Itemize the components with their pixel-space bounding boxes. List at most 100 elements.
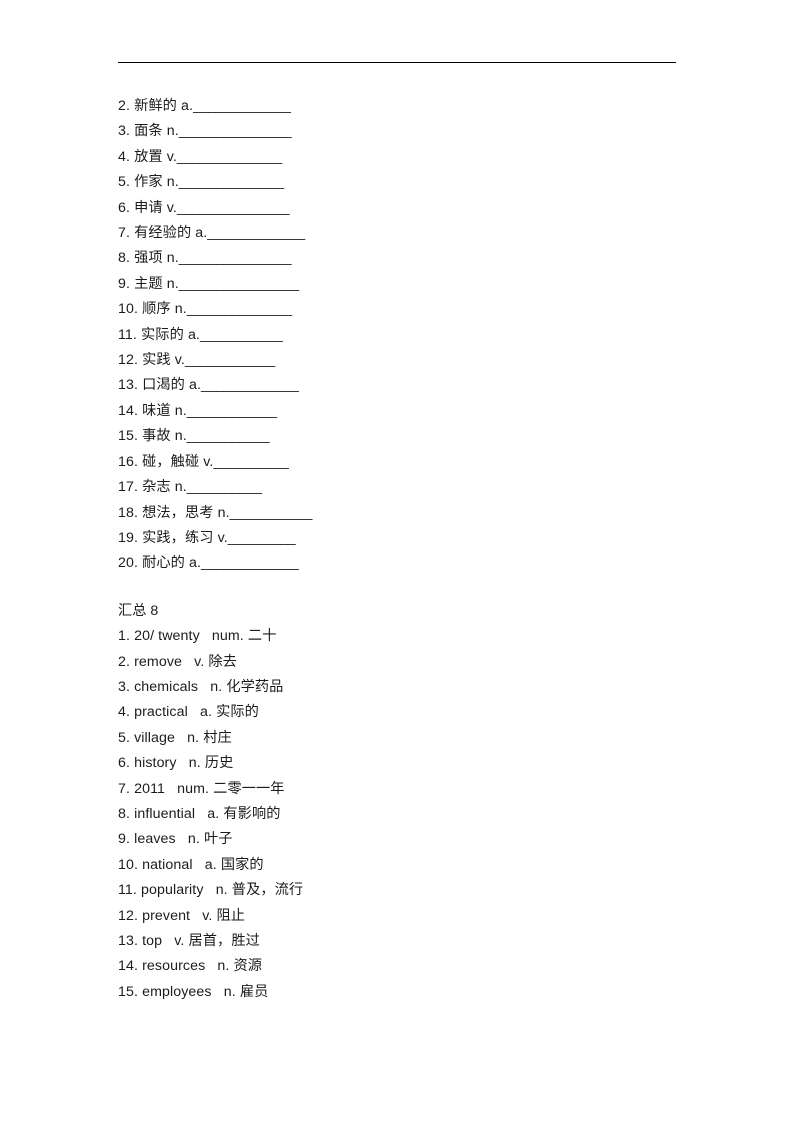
answer-blank[interactable]: _____________ <box>193 98 291 114</box>
answer-blank[interactable]: ______________ <box>187 301 292 317</box>
item-number: 13. <box>118 377 139 394</box>
answer-blank[interactable]: ______________ <box>179 174 284 190</box>
item-number: 7. <box>118 780 131 797</box>
vocab-answer-row: 11. popularity n. 普及，流行 <box>118 878 738 903</box>
word-pos-spacer <box>193 857 205 873</box>
item-number: 15. <box>118 983 139 1000</box>
chinese-term: 杂志 <box>142 479 171 496</box>
part-of-speech: n. <box>166 250 179 267</box>
vocab-blank-row: 4. 放置 v.______________ <box>118 145 738 170</box>
answer-blank[interactable]: __________ <box>213 454 288 470</box>
chinese-meaning: 村庄 <box>203 729 232 746</box>
part-of-speech: n. <box>223 983 236 1000</box>
item-number: 17. <box>118 479 139 496</box>
answer-blank[interactable]: _____________ <box>201 377 299 393</box>
part-of-speech: n. <box>166 174 179 191</box>
word-pos-spacer <box>165 781 177 797</box>
english-word: chemicals <box>134 678 199 695</box>
vocab-blank-row: 6. 申请 v._______________ <box>118 196 738 221</box>
part-of-speech: n. <box>166 275 179 292</box>
part-of-speech: a. <box>204 856 217 873</box>
vocab-blank-row: 16. 碰，触碰 v.__________ <box>118 450 738 475</box>
chinese-term: 耐心的 <box>142 555 185 572</box>
english-word: practical <box>134 704 188 721</box>
chinese-meaning: 阻止 <box>216 907 246 924</box>
chinese-meaning: 雇员 <box>239 983 269 1000</box>
item-number: 11. <box>118 326 137 343</box>
part-of-speech: num. <box>211 628 244 645</box>
part-of-speech: n. <box>210 678 223 695</box>
part-of-speech: n. <box>174 428 187 445</box>
worksheet-page: 2. 新鲜的 a._____________ 3. 面条 n.__________… <box>0 0 794 1123</box>
item-number: 3. <box>118 678 131 695</box>
vocab-blank-row: 18. 想法，思考 n.___________ <box>118 501 738 526</box>
part-of-speech: v. <box>166 148 177 165</box>
vocab-blank-row: 5. 作家 n.______________ <box>118 170 738 195</box>
vocab-blank-row: 8. 强项 n._______________ <box>118 246 738 271</box>
english-word: top <box>142 933 163 949</box>
english-word: village <box>134 729 176 746</box>
word-pos-spacer <box>204 882 216 898</box>
answer-blank[interactable]: _______________ <box>179 250 292 266</box>
part-of-speech: n. <box>174 301 187 318</box>
part-of-speech: num. <box>177 780 210 797</box>
vocab-answer-row: 7. 2011 num. 二零一一年 <box>118 777 738 802</box>
chinese-meaning: 实际的 <box>216 704 259 721</box>
answer-blank[interactable]: ___________ <box>187 428 270 444</box>
chinese-term: 事故 <box>142 428 171 445</box>
chinese-meaning: 二零一一年 <box>213 780 285 797</box>
part-of-speech: v. <box>217 529 228 546</box>
document-content: 2. 新鲜的 a._____________ 3. 面条 n.__________… <box>118 94 738 1005</box>
answer-blank[interactable]: ______________ <box>177 149 282 165</box>
item-number: 8. <box>118 805 131 822</box>
vocab-answer-row: 6. history n. 历史 <box>118 751 738 776</box>
item-number: 15. <box>118 428 139 445</box>
part-of-speech: v. <box>203 453 214 470</box>
word-pos-spacer <box>195 806 207 822</box>
answer-blank[interactable]: _______________ <box>179 123 292 139</box>
vocab-answer-row: 10. national a. 国家的 <box>118 853 738 878</box>
answer-blank[interactable]: ___________ <box>230 505 313 521</box>
vocab-blank-row: 11. 实际的 a.___________ <box>118 323 738 348</box>
part-of-speech: n. <box>174 479 187 496</box>
english-to-chinese-answer-list: 1. 20/ twenty num. 二十 2. remove v. 除去 3. c… <box>118 624 738 1005</box>
chinese-term: 主题 <box>134 275 163 292</box>
chinese-meaning: 资源 <box>233 958 263 975</box>
section-heading-huizong: 汇总 8 <box>118 602 159 619</box>
vocab-answer-row: 8. influential a. 有影响的 <box>118 802 738 827</box>
part-of-speech: n. <box>166 123 179 140</box>
chinese-term: 实践，练习 <box>142 529 214 546</box>
answer-blank[interactable]: ____________ <box>185 352 275 368</box>
vocab-blank-row: 10. 顺序 n.______________ <box>118 297 738 322</box>
answer-blank[interactable]: ________________ <box>179 276 299 292</box>
answer-blank[interactable]: ____________ <box>187 403 277 419</box>
vocab-answer-row: 15. employees n. 雇员 <box>118 980 738 1005</box>
answer-blank[interactable]: _________ <box>228 530 296 546</box>
answer-blank[interactable]: _____________ <box>201 555 299 571</box>
answer-blank[interactable]: __________ <box>187 479 262 495</box>
header-horizontal-rule <box>118 62 676 63</box>
chinese-meaning: 历史 <box>204 755 234 772</box>
chinese-term: 实际的 <box>141 326 184 343</box>
chinese-term: 申请 <box>134 199 163 216</box>
english-word: 20/ twenty <box>134 628 200 645</box>
answer-blank[interactable]: _____________ <box>207 225 305 241</box>
part-of-speech: n. <box>188 755 201 772</box>
english-word: 2011 <box>134 780 166 797</box>
chinese-term: 口渴的 <box>142 377 185 394</box>
english-word: leaves <box>134 831 176 848</box>
item-number: 18. <box>118 504 139 521</box>
vocab-answer-row: 12. prevent v. 阻止 <box>118 904 738 929</box>
item-number: 3. <box>118 123 131 140</box>
chinese-meaning: 普及，流行 <box>231 882 304 899</box>
item-number: 20. <box>118 555 139 572</box>
part-of-speech: a. <box>207 805 220 822</box>
part-of-speech: a. <box>195 225 208 242</box>
item-number: 7. <box>118 225 131 242</box>
chinese-meaning: 化学药品 <box>226 678 284 695</box>
english-word: employees <box>142 983 212 1000</box>
answer-blank[interactable]: ___________ <box>200 327 283 343</box>
answer-blank[interactable]: _______________ <box>177 200 290 216</box>
item-number: 4. <box>118 148 131 165</box>
